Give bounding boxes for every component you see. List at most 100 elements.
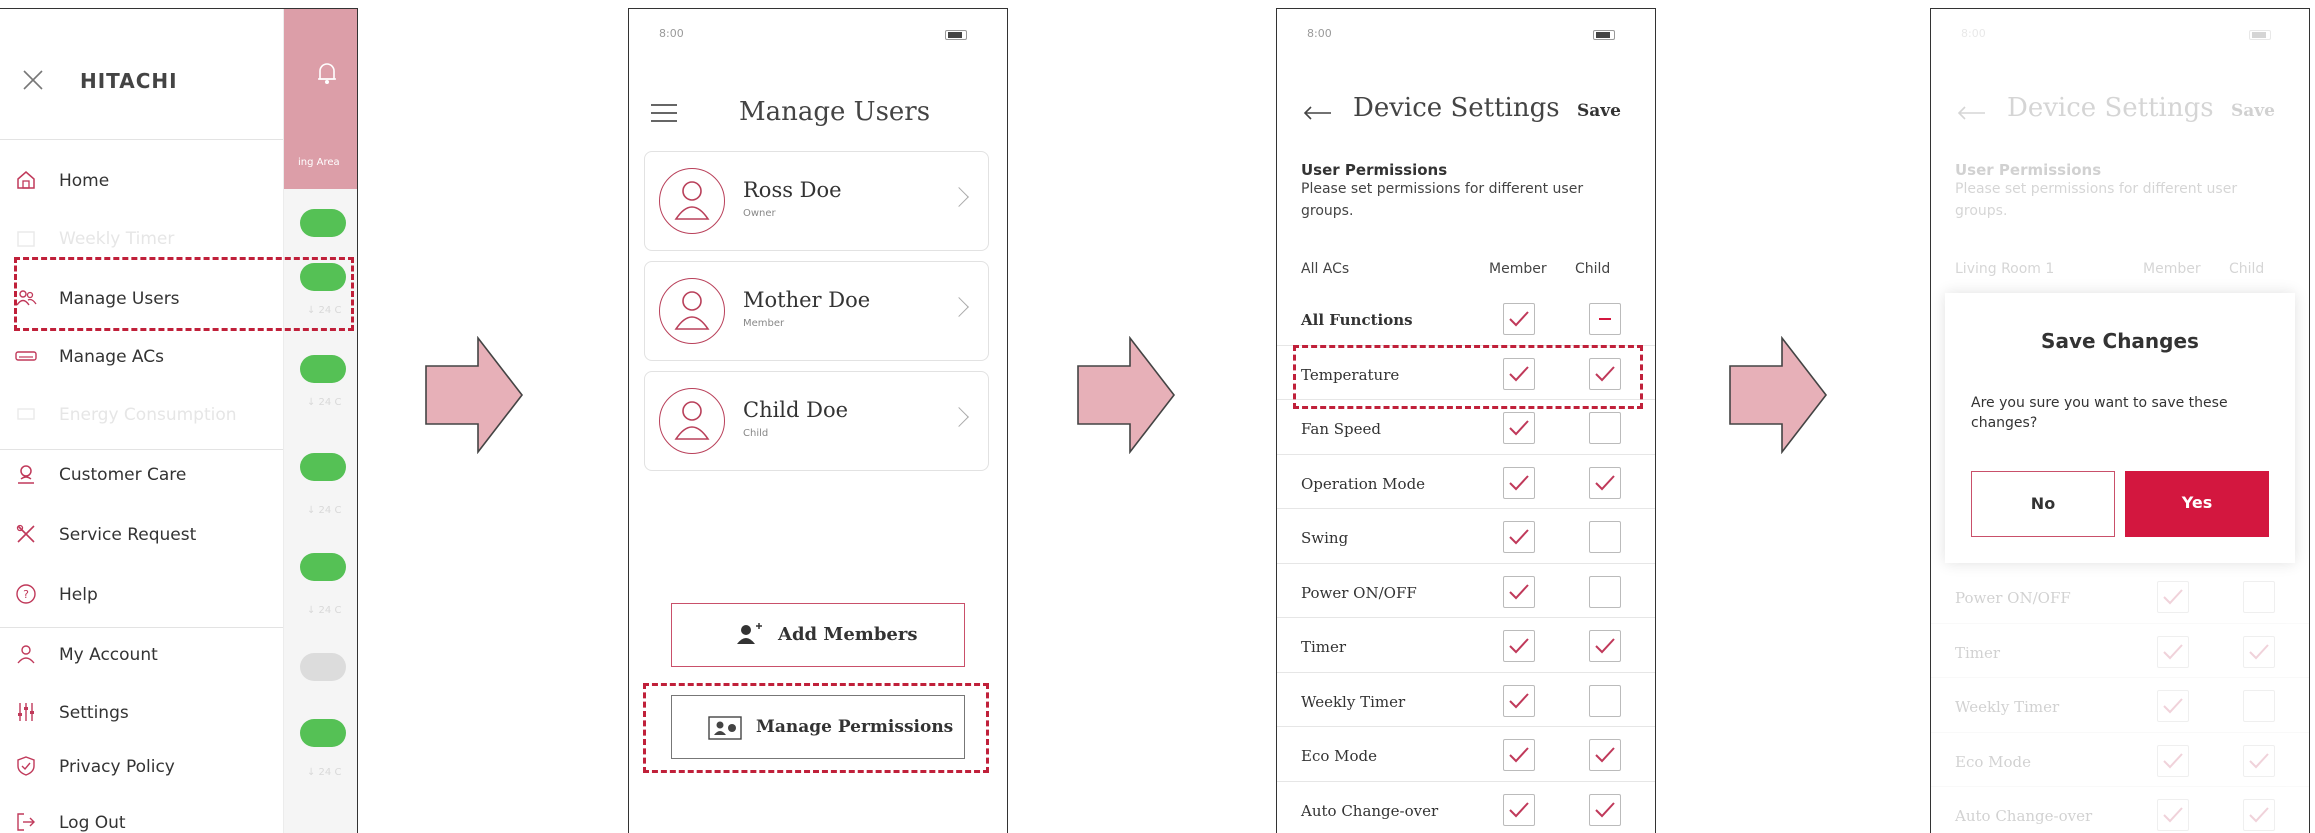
battery-icon [2249,30,2271,40]
menu-item-settings[interactable]: Settings [15,693,255,733]
row-divider [1277,453,1655,455]
svg-text:?: ? [23,588,29,601]
child-permission-checkbox[interactable] [1589,575,1621,608]
status-bar: 8:00 [1961,27,2281,47]
user-name: Mother Doe [743,288,871,312]
member-permission-checkbox[interactable] [1503,412,1535,444]
menu-item-label: Help [59,585,98,605]
user-role: Child [743,428,769,439]
menu-item-help[interactable]: ? Help [15,575,255,615]
toggle-switch[interactable] [300,209,346,237]
member-permission-checkbox[interactable] [1503,630,1535,662]
menu-item-customer-care[interactable]: Customer Care [15,455,255,495]
menu-item-label: Energy Consumption [59,405,237,425]
energy-icon [15,403,37,425]
member-permission-checkbox[interactable] [1503,466,1535,499]
child-permission-checkbox[interactable] [1589,630,1621,662]
status-bar: 8:00 [1307,27,1625,47]
save-button[interactable]: Save [2231,101,2275,121]
save-button[interactable]: Save [1577,101,1621,121]
member-permission-checkbox[interactable] [1503,684,1535,717]
yes-button[interactable]: Yes [2125,471,2269,537]
no-button[interactable]: No [1971,471,2115,537]
menu-item-log-out[interactable]: Log Out [15,803,255,833]
menu-item-privacy-policy[interactable]: Privacy Policy [15,747,255,787]
toggle-switch[interactable] [300,355,346,383]
child-permission-checkbox[interactable] [2243,799,2275,831]
menu-item-label: Weekly Timer [59,229,175,249]
child-permission-checkbox[interactable] [1589,303,1621,335]
sliders-icon [15,701,37,723]
member-permission-checkbox[interactable] [2157,690,2189,722]
avatar [659,388,725,454]
toggle-switch[interactable] [300,719,346,747]
user-card[interactable]: Ross Doe Owner [644,151,989,251]
section-title: User Permissions [1301,161,1448,179]
screen-manage-users: 8:00 Manage Users Ross Doe Owner Mother … [628,8,1008,833]
column-header-member: Member [1489,261,1547,277]
member-permission-checkbox[interactable] [1503,521,1535,553]
member-permission-checkbox[interactable] [2157,635,2189,668]
child-permission-checkbox[interactable] [1589,739,1621,771]
hamburger-menu-icon[interactable] [651,103,677,123]
flow-arrow [1728,335,1828,455]
menu-item-energy-consumption[interactable]: Energy Consumption [15,395,255,435]
member-permission-checkbox[interactable] [1503,575,1535,608]
row-divider [1931,677,2309,678]
member-permission-checkbox[interactable] [2157,744,2189,777]
row-divider [1277,617,1655,618]
child-permission-checkbox[interactable] [2243,744,2275,777]
member-permission-checkbox[interactable] [1503,739,1535,771]
help-icon: ? [15,583,37,605]
bell-icon[interactable] [316,61,338,85]
user-card[interactable]: Child Doe Child [644,371,989,471]
member-permission-checkbox[interactable] [2157,581,2189,613]
child-permission-checkbox[interactable] [1589,412,1621,444]
menu-item-home[interactable]: Home [15,161,255,201]
screen-save-changes: 8:00 Device Settings Save User Permissio… [1930,8,2310,833]
menu-item-weekly-timer[interactable]: Weekly Timer [15,219,255,259]
permission-label: Eco Mode [1955,752,2032,771]
person-icon [15,643,37,665]
page-title: Device Settings [2007,93,2214,123]
close-icon[interactable] [22,69,44,91]
permission-label: Weekly Timer [1301,692,1406,711]
toggle-switch[interactable] [300,553,346,581]
menu-item-label: Service Request [59,525,197,545]
child-permission-checkbox[interactable] [1589,684,1621,717]
back-arrow-icon[interactable] [1957,105,1985,120]
child-permission-checkbox[interactable] [2243,690,2275,722]
user-card[interactable]: Mother Doe Member [644,261,989,361]
toggle-switch[interactable] [300,453,346,481]
child-permission-checkbox[interactable] [2243,635,2275,668]
row-divider [1277,562,1655,564]
row-divider [1277,508,1655,509]
home-icon [15,169,37,191]
screen-side-menu: ing Area ↓ 24 C ↓ 24 C ↓ 24 C ↓ 24 C ↓ 2… [0,8,358,833]
ac-unit-icon [15,345,37,367]
menu-item-manage-acs[interactable]: Manage ACs [15,337,255,377]
add-members-button[interactable]: Add Members [671,603,965,667]
child-permission-checkbox[interactable] [2243,581,2275,613]
back-arrow-icon[interactable] [1303,105,1331,120]
section-description: groups. [1301,203,1354,219]
child-permission-checkbox[interactable] [1589,793,1621,826]
logout-icon [15,811,37,833]
status-bar: 8:00 [659,27,977,47]
avatar [659,168,725,234]
child-permission-checkbox[interactable] [1589,466,1621,499]
side-subtext: ↓ 24 C [307,505,342,516]
calendar-icon [15,227,37,249]
save-changes-dialog: Save Changes Are you sure you want to sa… [1945,293,2295,563]
member-permission-checkbox[interactable] [2157,799,2189,831]
member-permission-checkbox[interactable] [1503,303,1535,335]
section-description: Please set permissions for different use… [1955,181,2238,197]
permissions-table: Power ON/OFF Timer Weekly Timer Eco Mode Aut… [1931,569,2309,833]
avatar [659,278,725,344]
child-permission-checkbox[interactable] [1589,521,1621,553]
section-description: Please set permissions for different use… [1301,181,1584,197]
menu-item-my-account[interactable]: My Account [15,635,255,675]
member-permission-checkbox[interactable] [1503,793,1535,826]
toggle-switch[interactable] [300,653,346,681]
menu-item-service-request[interactable]: Service Request [15,515,255,555]
